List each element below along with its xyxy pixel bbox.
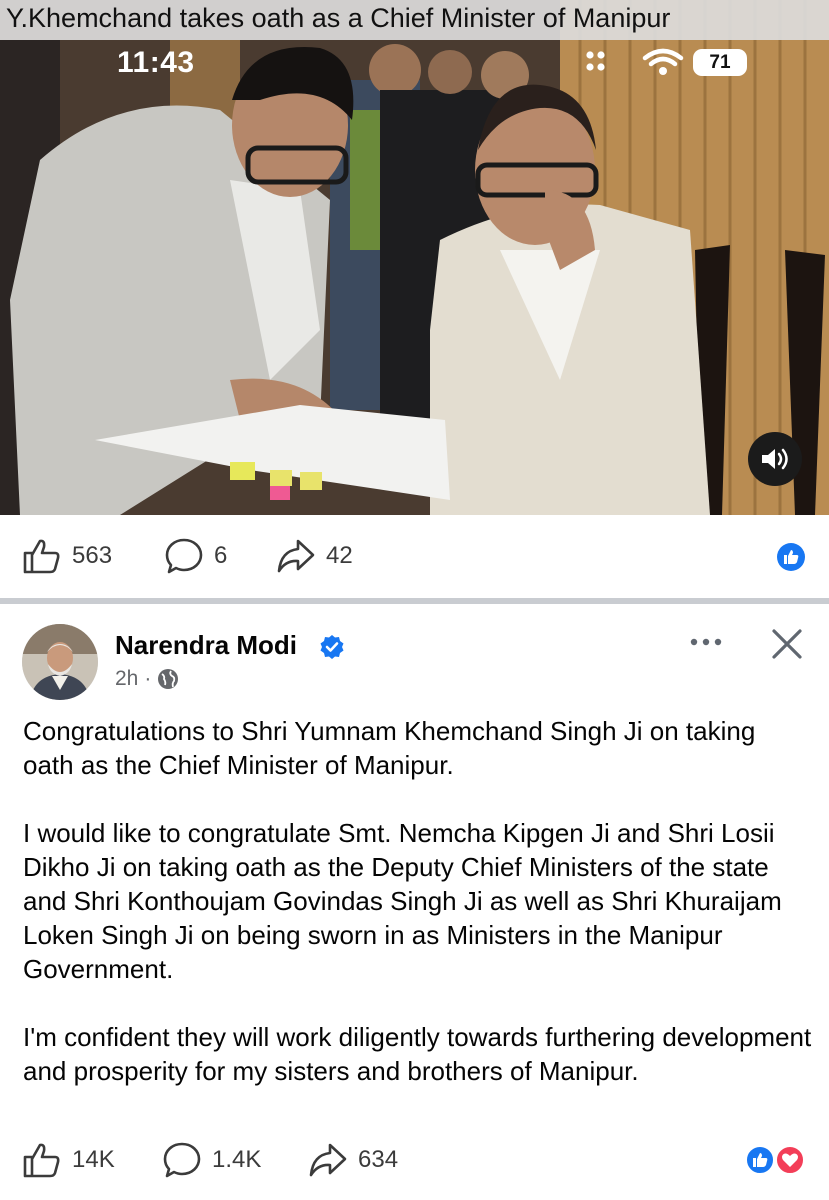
battery-indicator: 71	[693, 49, 747, 76]
post-time[interactable]: 2h	[115, 667, 138, 691]
video-action-bar: 563 6 42	[0, 526, 829, 586]
share-count: 42	[326, 542, 353, 569]
comment-count: 1.4K	[212, 1146, 262, 1173]
share-icon	[309, 1143, 347, 1177]
reaction-like-icon	[745, 1145, 775, 1175]
like-button[interactable]: 563	[22, 526, 112, 586]
share-icon	[277, 539, 315, 573]
share-button[interactable]: 42	[276, 526, 353, 586]
video-caption-bar: Y.Khemchand takes oath as a Chief Minist…	[0, 0, 829, 40]
video-caption: Y.Khemchand takes oath as a Chief Minist…	[6, 3, 671, 33]
verified-badge-icon	[320, 635, 344, 659]
post-paragraph: I would like to congratulate Smt. Nemcha…	[23, 818, 782, 984]
post-divider	[0, 598, 829, 604]
share-button[interactable]: 634	[308, 1130, 398, 1190]
post-paragraph: Congratulations to Shri Yumnam Khemchand…	[23, 716, 756, 780]
post-text: Congratulations to Shri Yumnam Khemchand…	[23, 714, 813, 1122]
post-action-bar: 14K 1.4K 634	[0, 1130, 829, 1190]
like-button[interactable]: 14K	[22, 1130, 115, 1190]
comment-button[interactable]: 1.4K	[162, 1130, 261, 1190]
close-icon[interactable]	[768, 625, 806, 663]
comment-icon	[163, 1142, 201, 1178]
like-icon	[23, 539, 60, 574]
reaction-like-icon	[777, 543, 805, 571]
status-time: 11:43	[117, 46, 195, 79]
comment-count: 6	[214, 542, 228, 569]
like-icon	[23, 1143, 60, 1178]
globe-icon	[158, 669, 179, 689]
post-paragraph: I'm confident they will work diligently …	[23, 1022, 812, 1086]
meta-separator: ·	[144, 667, 152, 690]
post-meta: 2h ·	[115, 667, 179, 691]
sound-icon	[762, 448, 788, 470]
reaction-love-icon	[775, 1145, 805, 1175]
more-options-icon[interactable]	[686, 627, 726, 657]
comment-button[interactable]: 6	[164, 526, 227, 586]
like-count: 563	[72, 542, 113, 569]
comment-icon	[165, 538, 203, 574]
sound-button[interactable]	[748, 432, 802, 486]
share-count: 634	[358, 1146, 399, 1173]
avatar-image	[22, 624, 98, 700]
avatar[interactable]	[22, 624, 98, 700]
video-player[interactable]: Y.Khemchand takes oath as a Chief Minist…	[0, 0, 829, 515]
author-name[interactable]: Narendra Modi	[115, 630, 297, 661]
like-count: 14K	[72, 1146, 115, 1173]
